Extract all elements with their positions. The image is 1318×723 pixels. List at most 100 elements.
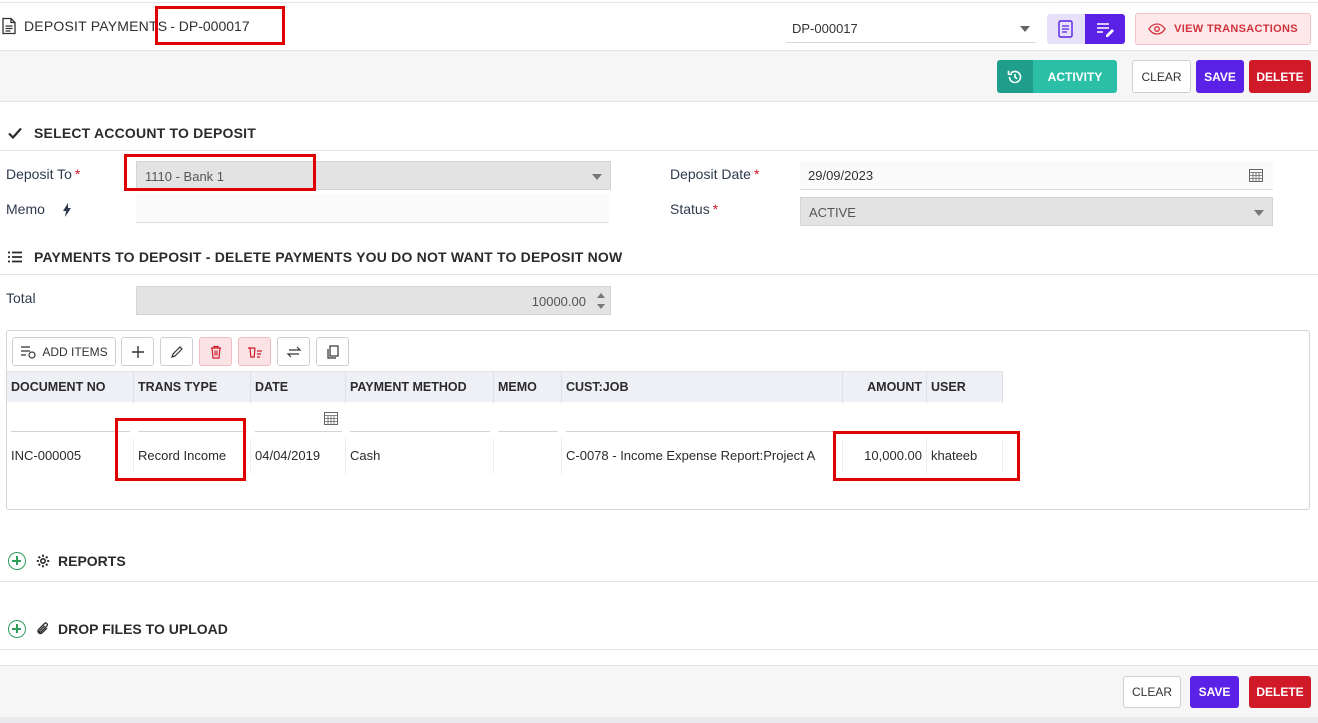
swap-arrows-icon [286,346,301,357]
checkmark-icon [5,127,25,139]
status-value: ACTIVE [809,205,856,220]
cell-document-no: INC-000005 [7,438,134,474]
calendar-icon[interactable] [1249,168,1263,182]
chevron-down-icon [1254,210,1264,216]
deposit-payments-page: DEPOSIT PAYMENTS - DP-000017 DP-000017 V… [0,0,1318,723]
reports-section-header[interactable]: REPORTS [0,551,1318,571]
files-section-title: DROP FILES TO UPLOAD [58,621,228,637]
clear-button[interactable]: CLEAR [1132,60,1191,93]
add-items-button[interactable]: ADD ITEMS [12,337,116,366]
cell-date: 04/04/2019 [251,438,346,474]
delete-all-rows-button[interactable] [238,337,271,366]
col-cust-job[interactable]: CUST:JOB [562,372,843,403]
save-button[interactable]: SAVE [1196,60,1244,93]
cell-amount: 10,000.00 [843,438,927,474]
memo-label-text: Memo [6,201,45,217]
filter-trans-type[interactable] [138,406,247,432]
grid-filter-row [7,402,1003,437]
activity-label: ACTIVITY [1033,60,1117,93]
add-items-icon [21,345,36,359]
trash-list-icon [247,346,262,358]
trash-icon [210,345,221,359]
table-row[interactable]: INC-000005 Record Income 04/04/2019 Cash… [7,438,1003,474]
filter-payment-method[interactable] [350,406,490,432]
expand-plus-icon[interactable] [8,620,26,638]
account-section-header: SELECT ACCOUNT TO DEPOSIT [0,123,1318,143]
add-items-label: ADD ITEMS [42,344,108,359]
footer-save-button[interactable]: SAVE [1190,676,1239,708]
cell-memo [494,438,562,474]
deposit-to-select[interactable]: 1110 - Bank 1 [136,161,611,190]
edit-list-button[interactable] [1085,14,1125,44]
required-mark: * [753,166,760,182]
cell-user: khateeb [927,438,1003,474]
top-toolbar: ACTIVITY CLEAR SAVE DELETE [0,50,1318,102]
swap-button[interactable] [277,337,310,366]
note-list-icon [1058,20,1073,38]
copy-icon [326,344,339,359]
header-bar: DEPOSIT PAYMENTS - DP-000017 DP-000017 V… [0,2,1318,50]
filter-document-no[interactable] [11,406,130,432]
document-select[interactable]: DP-000017 [786,15,1036,43]
footer-delete-button[interactable]: DELETE [1249,676,1311,708]
chevron-down-icon [592,174,602,180]
filter-user[interactable] [931,406,999,432]
col-document-no[interactable]: DOCUMENT NO [7,372,134,403]
view-transactions-button[interactable]: VIEW TRANSACTIONS [1135,13,1311,45]
edit-row-button[interactable] [160,337,193,366]
col-payment-method[interactable]: PAYMENT METHOD [346,372,494,403]
list-icon [5,251,25,263]
col-memo[interactable]: MEMO [494,372,562,403]
status-label: Status * [670,201,718,217]
edit-list-icon [1097,23,1114,37]
col-trans-type[interactable]: TRANS TYPE [134,372,251,403]
reports-section-title: REPORTS [58,553,126,569]
delete-row-button[interactable] [199,337,232,366]
page-title-docno: - DP-000017 [170,18,250,34]
activity-button[interactable]: ACTIVITY [997,60,1117,93]
divider [0,649,1318,650]
account-section-title: SELECT ACCOUNT TO DEPOSIT [34,125,257,141]
memo-input[interactable] [136,194,609,223]
copy-button[interactable] [316,337,349,366]
eye-icon [1148,23,1166,35]
col-user[interactable]: USER [927,372,1003,403]
page-title: DEPOSIT PAYMENTS - DP-000017 [0,17,250,35]
memo-label: Memo [6,201,45,217]
deposit-to-value: 1110 - Bank 1 [145,169,225,184]
total-value: 10000.00 [531,294,586,309]
bottom-strip [0,717,1318,723]
files-section-header[interactable]: DROP FILES TO UPLOAD [0,619,1318,639]
footer-clear-button[interactable]: CLEAR [1123,676,1181,708]
document-select-value: DP-000017 [792,21,858,36]
view-transactions-label: VIEW TRANSACTIONS [1174,23,1298,35]
page-title-prefix: DEPOSIT PAYMENTS [24,18,168,34]
add-row-button[interactable] [121,337,154,366]
deposit-date-input[interactable]: 29/09/2023 [800,161,1273,190]
filter-memo[interactable] [498,406,558,432]
deposit-date-value: 29/09/2023 [808,168,874,183]
total-label: Total [6,290,36,306]
grid-header-row: DOCUMENT NO TRANS TYPE DATE PAYMENT METH… [7,371,1003,403]
deposit-to-label: Deposit To * [6,166,80,182]
payments-section-header: PAYMENTS TO DEPOSIT - DELETE PAYMENTS YO… [0,247,1318,267]
status-select[interactable]: ACTIVE [800,197,1273,226]
col-amount[interactable]: AMOUNT [843,372,927,403]
lightning-icon [63,203,71,217]
expand-plus-icon[interactable] [8,552,26,570]
calendar-icon[interactable] [324,411,338,425]
bottom-toolbar: CLEAR SAVE DELETE [0,665,1318,717]
note-button[interactable] [1047,14,1085,44]
col-date[interactable]: DATE [251,372,346,403]
required-mark: * [712,201,719,217]
divider [0,581,1318,582]
cell-payment-method: Cash [346,438,494,474]
chevron-down-icon [1020,26,1030,32]
spinner-arrows-icon[interactable] [596,290,606,312]
filter-cust-job[interactable] [566,406,839,432]
filter-date[interactable] [255,406,342,432]
plus-icon [131,345,144,358]
delete-button[interactable]: DELETE [1249,60,1311,93]
cell-trans-type: Record Income [134,438,251,474]
filter-amount[interactable] [847,406,923,432]
